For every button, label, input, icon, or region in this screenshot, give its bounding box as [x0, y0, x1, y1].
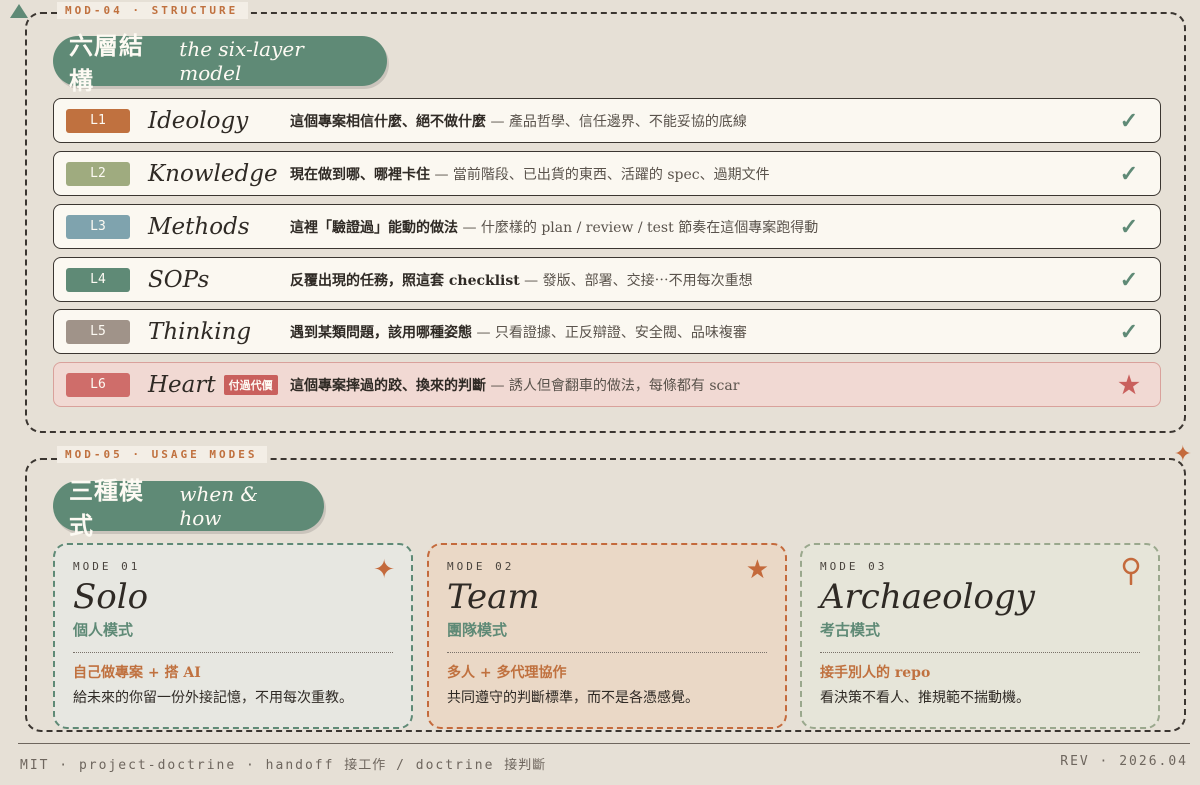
layer-name: Ideology	[148, 107, 249, 134]
layer-description: 這裡「驗證過」能動的做法 — 什麼樣的 plan / review / test…	[290, 219, 819, 236]
check-icon: ✓	[1119, 107, 1139, 134]
mode-title: Team	[447, 577, 540, 617]
layer-description: 遇到某類問題，該用哪種姿態 — 只看證據、正反辯證、安全閥、品味複審	[290, 324, 747, 341]
magnifier-icon	[1120, 557, 1142, 590]
mode-number: MODE 03	[820, 560, 888, 573]
layer-name: Heart 付過代價	[148, 372, 290, 398]
star-icon: ★	[745, 555, 769, 585]
mode-number: MODE 01	[73, 560, 141, 573]
check-icon: ✓	[1119, 160, 1139, 187]
mode-lead: 自己做專案 + 搭 AI	[73, 665, 201, 681]
layer-name: Knowledge	[148, 160, 278, 187]
layer-badge: L3	[66, 214, 130, 239]
mode-text: 看決策不看人、推規範不揣動機。	[820, 690, 1030, 706]
layer-badge: L6	[66, 372, 130, 397]
star-icon: ★	[1118, 370, 1140, 399]
layer-row-l6: L6 Heart 付過代價 這個專案摔過的跤、換來的判斷 — 誘人但會翻車的做法，…	[53, 362, 1161, 407]
mode-card-solo: MODE 01 Solo 個人模式 自己做專案 + 搭 AI 給未來的你留一份外…	[53, 543, 413, 729]
triangle-ornament-icon	[10, 4, 28, 18]
dotted-divider	[73, 652, 393, 653]
check-icon: ✓	[1119, 318, 1139, 345]
usage-title-cjk: 三種模式	[69, 476, 144, 540]
structure-title-cjk: 六層結構	[69, 31, 144, 95]
mode-subtitle: 團隊模式	[447, 621, 508, 639]
layer-description: 這個專案相信什麼、絕不做什麼 — 產品哲學、信任邊界、不能妥協的底線	[290, 113, 747, 130]
paid-price-tag: 付過代價	[223, 374, 278, 395]
dotted-divider	[447, 652, 767, 653]
structure-title-pill: 六層結構 the six-layer model	[53, 31, 387, 95]
layer-row-l4: L4 SOPs 反覆出現的任務，照這套 checklist — 發版、部署、交接…	[53, 257, 1161, 302]
check-icon: ✓	[1119, 213, 1139, 240]
layer-badge: L4	[66, 267, 130, 292]
layer-row-l3: L3 Methods 這裡「驗證過」能動的做法 — 什麼樣的 plan / re…	[53, 204, 1161, 249]
mode-number: MODE 02	[447, 560, 515, 573]
structure-panel: MOD-04 · STRUCTURE 六層結構 the six-layer mo…	[25, 2, 1186, 433]
mode-lead: 多人 + 多代理協作	[447, 665, 567, 681]
layer-name: Methods	[148, 213, 250, 240]
mode-card-team: MODE 02 Team 團隊模式 多人 + 多代理協作 共同遵守的判斷標準，而…	[427, 543, 787, 729]
structure-tab-label: MOD-04 · STRUCTURE	[57, 2, 249, 19]
usage-panel: MOD-05 · USAGE MODES 三種模式 when & how MOD…	[25, 446, 1186, 732]
usage-title-pill: 三種模式 when & how	[53, 476, 324, 540]
mode-lead: 接手別人的 repo	[820, 665, 931, 681]
mode-subtitle: 個人模式	[73, 621, 134, 639]
check-icon: ✓	[1119, 266, 1139, 293]
footer-revision: REV · 2026.04	[1060, 754, 1188, 769]
mode-card-archaeology: MODE 03 Archaeology 考古模式 接手別人的 repo 看決策不…	[800, 543, 1160, 729]
mode-subtitle: 考古模式	[820, 621, 881, 639]
layer-badge: L2	[66, 161, 130, 186]
mode-text: 給未來的你留一份外接記憶，不用每次重教。	[73, 690, 353, 706]
footer-divider	[18, 743, 1190, 744]
layer-badge: L5	[66, 319, 130, 344]
structure-title-en: the six-layer model	[179, 37, 304, 85]
layer-name: Thinking	[148, 318, 252, 345]
layer-description: 反覆出現的任務，照這套 checklist — 發版、部署、交接⋯不用每次重想	[290, 272, 753, 289]
usage-tab-label: MOD-05 · USAGE MODES	[57, 446, 268, 463]
sparkle-icon: ✦	[373, 555, 395, 585]
mode-title: Solo	[73, 577, 149, 617]
layer-badge: L1	[66, 108, 130, 133]
layer-name: SOPs	[148, 266, 210, 293]
footer-left: MIT · project-doctrine · handoff 接工作 / d…	[20, 758, 547, 773]
usage-title-en: when & how	[179, 482, 259, 530]
layer-row-l1: L1 Ideology 這個專案相信什麼、絕不做什麼 — 產品哲學、信任邊界、不…	[53, 98, 1161, 143]
layer-row-l5: L5 Thinking 遇到某類問題，該用哪種姿態 — 只看證據、正反辯證、安全…	[53, 309, 1161, 354]
layer-row-l2: L2 Knowledge 現在做到哪、哪裡卡住 — 當前階段、已出貨的東西、活躍…	[53, 151, 1161, 196]
mode-text: 共同遵守的判斷標準，而不是各憑感覺。	[447, 690, 699, 706]
layer-description: 現在做到哪、哪裡卡住 — 當前階段、已出貨的東西、活躍的 spec、過期文件	[290, 166, 770, 183]
footer: MIT · project-doctrine · handoff 接工作 / d…	[20, 754, 1188, 773]
dotted-divider	[820, 652, 1140, 653]
layer-description: 這個專案摔過的跤、換來的判斷 — 誘人但會翻車的做法，每條都有 scar	[290, 377, 740, 394]
mode-title: Archaeology	[820, 577, 1035, 617]
